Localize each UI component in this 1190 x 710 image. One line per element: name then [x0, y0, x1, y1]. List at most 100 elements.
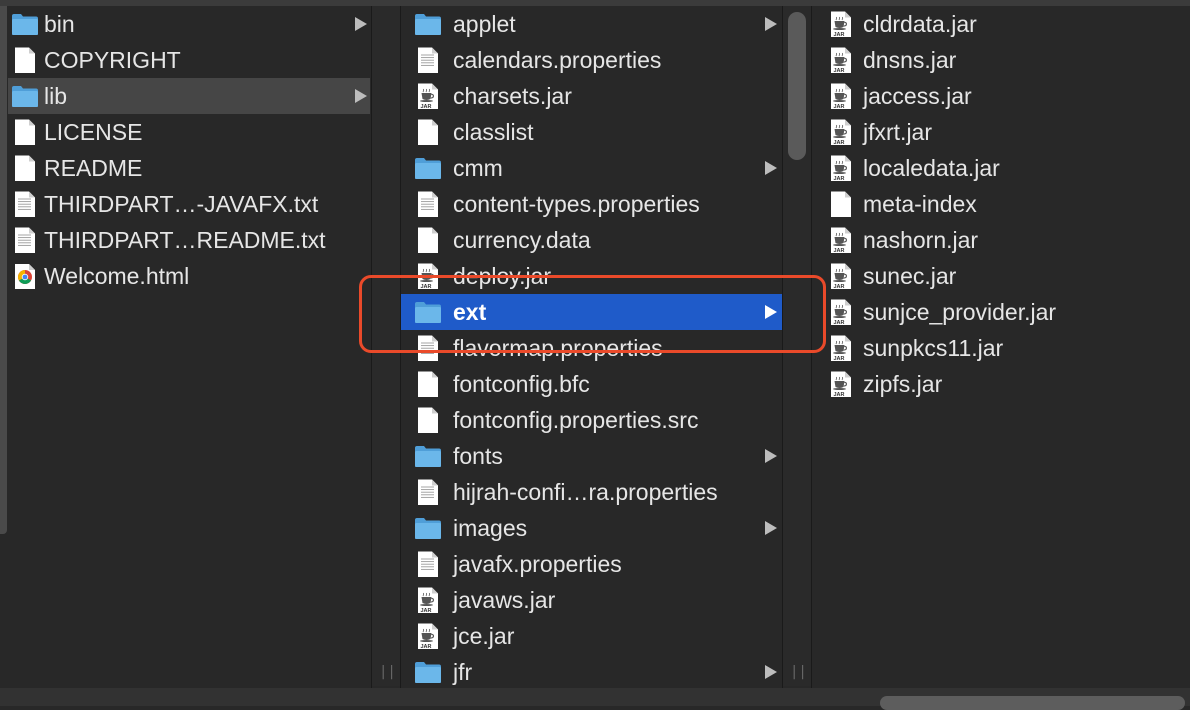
- jar-badge: JAR: [833, 68, 844, 74]
- jar-badge: JAR: [833, 140, 844, 146]
- item-label: calendars.properties: [453, 47, 662, 73]
- file-row[interactable]: flavormap.properties: [401, 330, 787, 366]
- file-row[interactable]: Welcome.html: [8, 258, 370, 294]
- file-row[interactable]: currency.data: [401, 222, 787, 258]
- file-row[interactable]: classlist: [401, 114, 787, 150]
- folder-icon: [11, 82, 39, 110]
- item-label: jfr: [453, 659, 473, 685]
- document-icon: [11, 118, 39, 146]
- jar-file-icon: JAR: [414, 622, 442, 650]
- item-label: fonts: [453, 443, 503, 469]
- file-row[interactable]: meta-index: [812, 186, 1190, 222]
- file-row[interactable]: JAR nashorn.jar: [812, 222, 1190, 258]
- item-label: COPYRIGHT: [44, 47, 181, 73]
- item-label: LICENSE: [44, 119, 143, 145]
- disclosure-arrow-icon: [765, 161, 777, 175]
- jar-badge: JAR: [833, 176, 844, 182]
- file-row[interactable]: hijrah-confi…ra.properties: [401, 474, 787, 510]
- item-label: currency.data: [453, 227, 591, 253]
- jar-file-icon: JAR: [827, 46, 855, 74]
- file-row[interactable]: THIRDPART…-JAVAFX.txt: [8, 186, 370, 222]
- jar-file-icon: JAR: [827, 298, 855, 326]
- item-label: bin: [44, 11, 75, 37]
- jar-file-icon: JAR: [827, 10, 855, 38]
- file-row[interactable]: README: [8, 150, 370, 186]
- folder-row[interactable]: ext: [401, 294, 787, 330]
- file-row[interactable]: JAR deploy.jar: [401, 258, 787, 294]
- folder-row[interactable]: fonts: [401, 438, 787, 474]
- file-row[interactable]: JAR javaws.jar: [401, 582, 787, 618]
- file-row[interactable]: JAR sunpkcs11.jar: [812, 330, 1190, 366]
- item-label: images: [453, 515, 528, 541]
- column-2-scrollbar-thumb[interactable]: [788, 12, 806, 160]
- item-label: hijrah-confi…ra.properties: [453, 479, 718, 505]
- jar-file-icon: JAR: [827, 82, 855, 110]
- file-row[interactable]: fontconfig.properties.src: [401, 402, 787, 438]
- jar-file-icon: JAR: [827, 262, 855, 290]
- item-label: ext: [453, 299, 487, 325]
- jar-badge: JAR: [833, 284, 844, 290]
- file-row[interactable]: JAR zipfs.jar: [812, 366, 1190, 402]
- jar-file-icon: JAR: [827, 118, 855, 146]
- jar-badge: JAR: [833, 392, 844, 398]
- column-gutter: [372, 6, 400, 686]
- item-label: localedata.jar: [863, 155, 1000, 181]
- jar-badge: JAR: [833, 356, 844, 362]
- file-row[interactable]: JAR jfxrt.jar: [812, 114, 1190, 150]
- item-label: fontconfig.bfc: [453, 371, 590, 397]
- item-label: charsets.jar: [453, 83, 572, 109]
- folder-row[interactable]: bin: [8, 6, 370, 42]
- file-row[interactable]: JAR jce.jar: [401, 618, 787, 654]
- file-row[interactable]: COPYRIGHT: [8, 42, 370, 78]
- disclosure-arrow-icon: [765, 17, 777, 31]
- item-label: sunjce_provider.jar: [863, 299, 1057, 325]
- folder-icon: [11, 10, 39, 38]
- column-2: applet calendars.properties JAR charsets.ja…: [401, 6, 787, 706]
- file-row[interactable]: fontconfig.bfc: [401, 366, 787, 402]
- item-label: flavormap.properties: [453, 335, 663, 361]
- folder-row[interactable]: applet: [401, 6, 787, 42]
- file-row[interactable]: javafx.properties: [401, 546, 787, 582]
- jar-badge: JAR: [420, 104, 431, 110]
- column-3: JAR cldrdata.jar JAR dnsns.jar JAR jaccess.ja…: [812, 6, 1190, 706]
- column-resize-handle[interactable]: ||: [379, 664, 396, 680]
- item-label: classlist: [453, 119, 534, 145]
- folder-icon: [414, 10, 442, 38]
- folder-row[interactable]: lib: [8, 78, 370, 114]
- file-row[interactable]: THIRDPART…README.txt: [8, 222, 370, 258]
- item-label: nashorn.jar: [863, 227, 979, 253]
- file-row[interactable]: JAR cldrdata.jar: [812, 6, 1190, 42]
- disclosure-arrow-icon: [765, 521, 777, 535]
- item-label: README: [44, 155, 143, 181]
- left-scrollbar[interactable]: [0, 6, 7, 534]
- file-row[interactable]: LICENSE: [8, 114, 370, 150]
- disclosure-arrow-icon: [765, 449, 777, 463]
- file-row[interactable]: calendars.properties: [401, 42, 787, 78]
- folder-icon: [414, 298, 442, 326]
- item-label: deploy.jar: [453, 263, 552, 289]
- file-row[interactable]: JAR localedata.jar: [812, 150, 1190, 186]
- horizontal-scrollbar-thumb[interactable]: [880, 696, 1185, 710]
- item-label: jaccess.jar: [863, 83, 972, 109]
- item-label: fontconfig.properties.src: [453, 407, 699, 433]
- column-resize-handle[interactable]: ||: [790, 664, 807, 680]
- document-icon: [11, 154, 39, 182]
- file-row[interactable]: JAR charsets.jar: [401, 78, 787, 114]
- jar-badge: JAR: [420, 284, 431, 290]
- folder-row[interactable]: jfr: [401, 654, 787, 690]
- file-row[interactable]: content-types.properties: [401, 186, 787, 222]
- folder-row[interactable]: images: [401, 510, 787, 546]
- item-label: cldrdata.jar: [863, 11, 977, 37]
- folder-row[interactable]: cmm: [401, 150, 787, 186]
- file-row[interactable]: JAR sunec.jar: [812, 258, 1190, 294]
- item-label: lib: [44, 83, 68, 109]
- file-row[interactable]: JAR jaccess.jar: [812, 78, 1190, 114]
- item-label: sunpkcs11.jar: [863, 335, 1004, 361]
- jar-file-icon: JAR: [414, 586, 442, 614]
- item-label: javaws.jar: [453, 587, 556, 613]
- item-label: sunec.jar: [863, 263, 957, 289]
- item-label: THIRDPART…-JAVAFX.txt: [44, 191, 319, 217]
- file-row[interactable]: JAR sunjce_provider.jar: [812, 294, 1190, 330]
- item-label: jce.jar: [453, 623, 515, 649]
- file-row[interactable]: JAR dnsns.jar: [812, 42, 1190, 78]
